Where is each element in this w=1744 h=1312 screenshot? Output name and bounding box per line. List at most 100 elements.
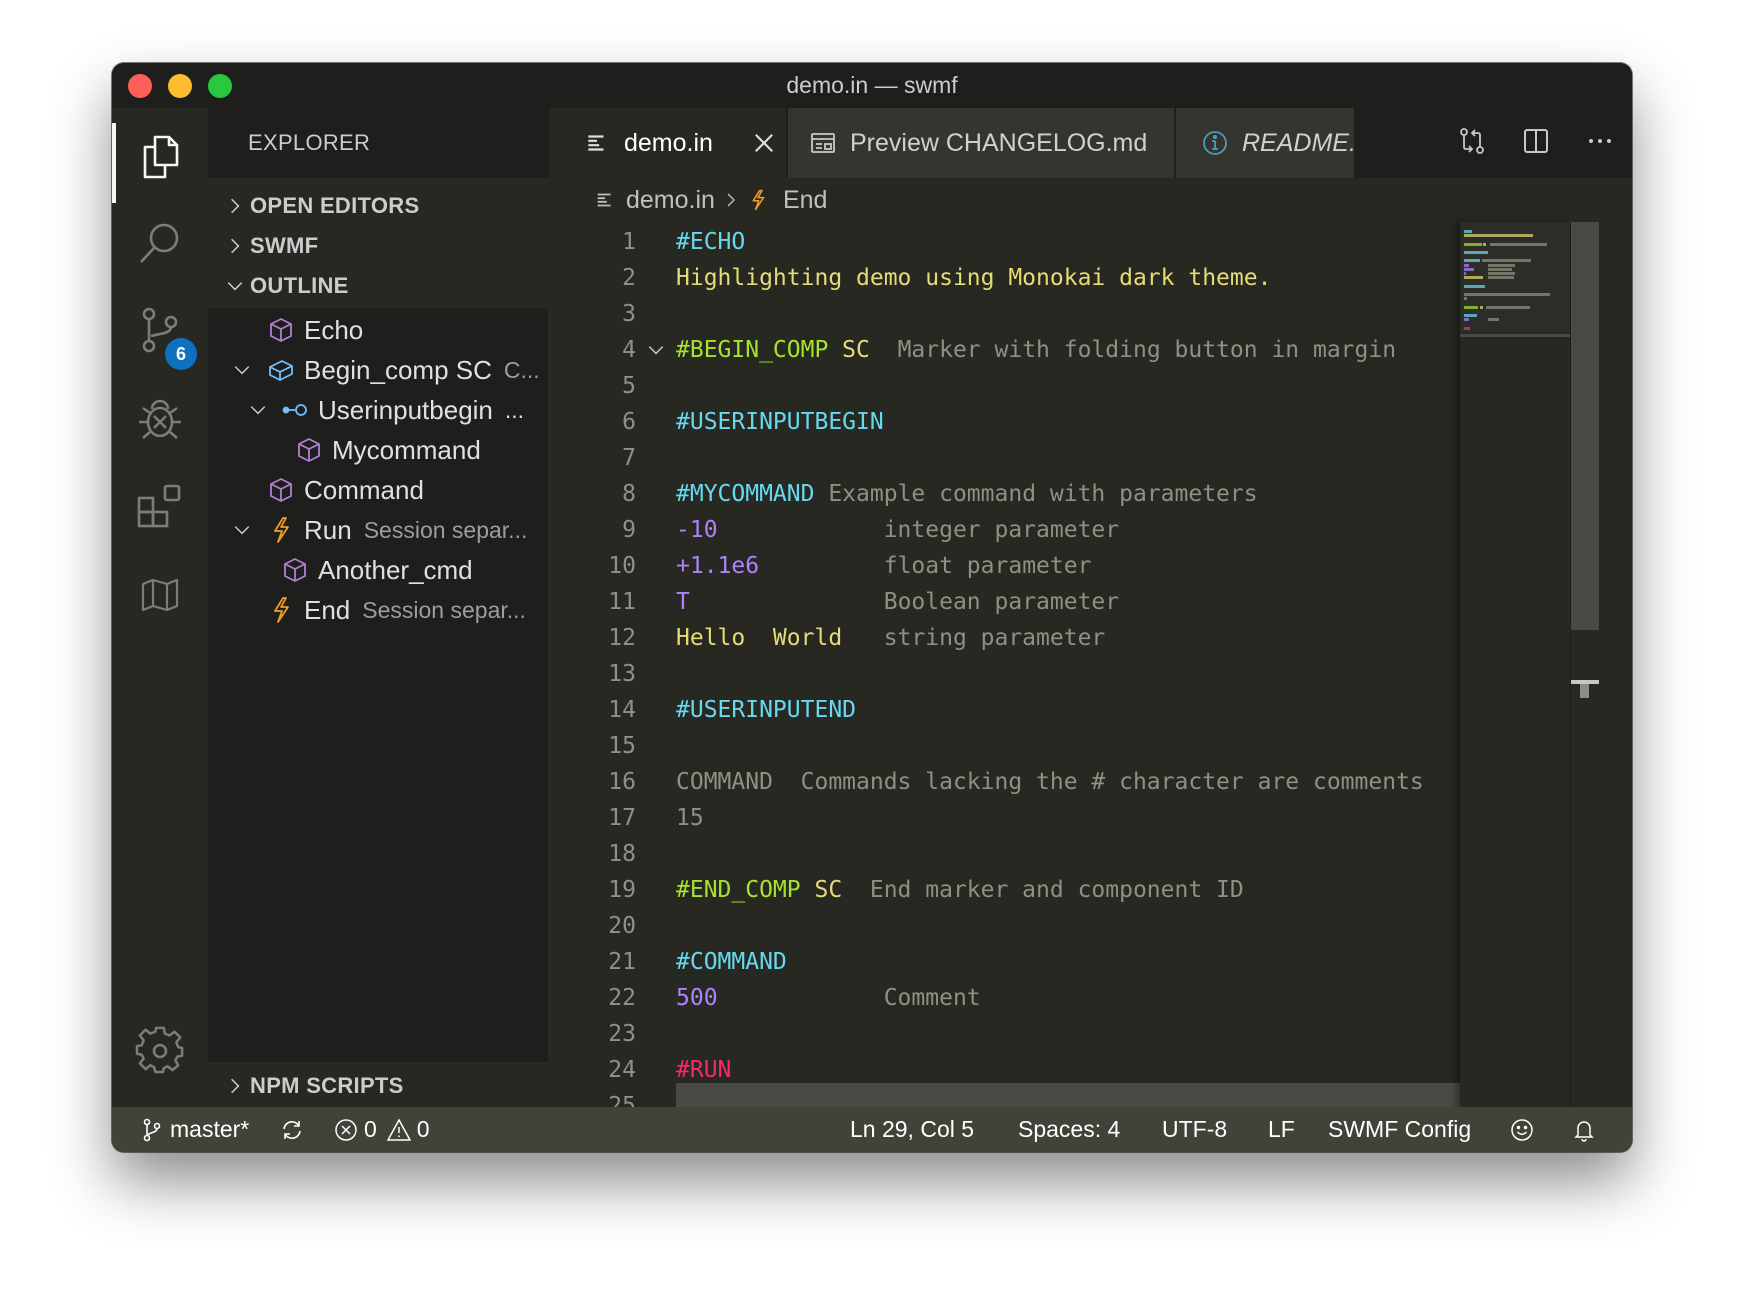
warning-count: 0 <box>416 1116 430 1142</box>
code-line[interactable]: 4 #BEGIN_COMP SC Marker with folding butt… <box>548 332 1584 368</box>
minimap[interactable] <box>1460 222 1570 1107</box>
code-line[interactable]: 16 COMMAND Commands lacking the # charact… <box>548 764 1584 800</box>
debug-icon <box>135 394 185 449</box>
code-line[interactable]: 21 #COMMAND <box>548 944 1584 980</box>
status-branch[interactable]: master* <box>140 1107 249 1152</box>
chevron-right-icon <box>208 197 250 215</box>
outline-item-userinputbegin[interactable]: Userinputbegin ... <box>208 388 584 432</box>
status-encoding[interactable]: UTF-8 <box>1162 1107 1227 1152</box>
line-number: 2 <box>622 265 636 291</box>
vertical-scrollbar[interactable] <box>1570 222 1599 1107</box>
outline-label: Run <box>304 514 352 545</box>
code-line[interactable]: 23 <box>548 1016 1584 1052</box>
status-eol[interactable]: LF <box>1268 1107 1295 1152</box>
tab-readme[interactable]: README.md <box>1176 108 1354 178</box>
status-indentation[interactable]: Spaces: 4 <box>1018 1107 1120 1152</box>
outline-item-echo[interactable]: Echo <box>208 308 606 352</box>
chevron-down-icon[interactable] <box>244 396 272 424</box>
section-open-editors[interactable]: OPEN EDITORS <box>208 184 548 228</box>
code-line[interactable]: 15 <box>548 728 1584 764</box>
section-swmf[interactable]: SWMF <box>208 224 548 268</box>
code-token: Boolean parameter <box>689 589 1120 615</box>
split-editor-button[interactable] <box>1504 108 1568 178</box>
code-line[interactable]: 22 500 Comment <box>548 980 1584 1016</box>
section-label: OUTLINE <box>250 273 349 298</box>
code-line[interactable]: 10 +1.1e6 float parameter <box>548 548 1584 584</box>
outline-item-end[interactable]: End Session separ... <box>208 588 606 632</box>
smiley-icon <box>1510 1118 1534 1142</box>
line-number: 6 <box>622 409 636 435</box>
code-token: #USERINPUTBEGIN <box>676 409 884 435</box>
tab-demo-in[interactable]: demo.in <box>550 108 786 178</box>
status-sync[interactable] <box>280 1107 304 1152</box>
scrollbar-cursor-marker <box>1580 684 1589 698</box>
code-line[interactable]: 17 15 <box>548 800 1584 836</box>
section-npm-scripts[interactable]: NPM SCRIPTS <box>208 1064 548 1108</box>
status-feedback[interactable] <box>1510 1107 1534 1152</box>
outline-detail: Session separ... <box>362 596 526 623</box>
breadcrumb-symbol[interactable]: End <box>783 186 827 215</box>
activity-docs[interactable] <box>112 552 208 642</box>
code-token: Comment <box>717 985 981 1011</box>
section-outline[interactable]: OUTLINE <box>208 264 548 308</box>
code-line[interactable]: 20 <box>548 908 1584 944</box>
activity-manage[interactable] <box>112 1008 208 1098</box>
code-line[interactable]: 12 Hello World string parameter <box>548 620 1584 656</box>
activity-debug[interactable] <box>112 376 208 466</box>
code-line[interactable]: 11 T Boolean parameter <box>548 584 1584 620</box>
outline-label: End <box>304 594 351 625</box>
activity-search[interactable] <box>112 200 208 290</box>
line-number: 22 <box>608 985 636 1011</box>
code-line[interactable]: 2 Highlighting demo using Monokai dark th… <box>548 260 1584 296</box>
activity-source-control[interactable]: 6 <box>112 288 208 378</box>
code-line[interactable]: 8 #MYCOMMAND Example command with paramet… <box>548 476 1584 512</box>
chevron-down-icon[interactable] <box>228 516 256 544</box>
tab-preview-changelog[interactable]: Preview CHANGELOG.md <box>788 108 1174 178</box>
code-line[interactable]: 14 #USERINPUTEND <box>548 692 1584 728</box>
status-language[interactable]: SWMF Config <box>1328 1107 1471 1152</box>
code-line[interactable]: 18 <box>548 836 1584 872</box>
tab-bar: demo.in Preview CHANGELOG.md README.md <box>548 108 1632 178</box>
code-line[interactable]: 19 #END_COMP SC End marker and component … <box>548 872 1584 908</box>
breadcrumb: demo.in End <box>548 178 1632 222</box>
close-icon[interactable] <box>753 132 775 154</box>
outline-item-run[interactable]: Run Session separ... <box>208 508 568 552</box>
activity-extensions[interactable] <box>112 464 208 554</box>
line-number: 23 <box>608 1021 636 1047</box>
line-number: 4 <box>622 337 636 363</box>
chevron-down-icon[interactable] <box>228 356 256 384</box>
sidebar: EXPLORER OPEN EDITORS SWMF OUTLINE Echo … <box>208 108 548 1107</box>
code-token: 15 <box>676 805 704 831</box>
code-token: #ECHO <box>676 229 746 255</box>
more-actions-button[interactable] <box>1568 108 1632 178</box>
line-number: 11 <box>608 589 636 615</box>
scrollbar-thumb[interactable] <box>1571 222 1599 630</box>
split-editor-icon <box>1521 126 1551 161</box>
status-problems[interactable]: 0 0 <box>334 1107 430 1152</box>
code-token: Example command with parameters <box>814 481 1258 507</box>
fold-chevron-icon[interactable] <box>636 341 676 359</box>
outline-item-command[interactable]: Command <box>208 468 606 512</box>
line-number: 17 <box>608 805 636 831</box>
open-changes-button[interactable] <box>1440 108 1504 178</box>
code-line[interactable]: 1 #ECHO <box>548 224 1584 260</box>
code-editor[interactable]: 1 #ECHO 2 Highlighting demo using Monokai d… <box>548 222 1584 1107</box>
line-number: 21 <box>608 949 636 975</box>
code-line[interactable]: 3 <box>548 296 1584 332</box>
code-line[interactable]: 5 <box>548 368 1584 404</box>
minimap-slider[interactable] <box>1460 222 1570 332</box>
code-token: integer parameter <box>717 517 1120 543</box>
outline-item-begin-comp[interactable]: Begin_comp SC C... <box>208 348 568 392</box>
extensions-icon <box>135 482 185 537</box>
activity-explorer[interactable] <box>112 113 208 203</box>
code-line[interactable]: 13 <box>548 656 1584 692</box>
lines-icon <box>584 130 610 156</box>
code-line[interactable]: 9 -10 integer parameter <box>548 512 1584 548</box>
status-notifications[interactable] <box>1572 1107 1596 1152</box>
breadcrumb-file[interactable]: demo.in <box>626 186 715 215</box>
code-line[interactable]: 7 <box>548 440 1584 476</box>
outline-label: Mycommand <box>332 434 481 465</box>
status-cursor-position[interactable]: Ln 29, Col 5 <box>850 1107 974 1152</box>
source-control-badge: 6 <box>165 338 197 370</box>
code-line[interactable]: 6 #USERINPUTBEGIN <box>548 404 1584 440</box>
